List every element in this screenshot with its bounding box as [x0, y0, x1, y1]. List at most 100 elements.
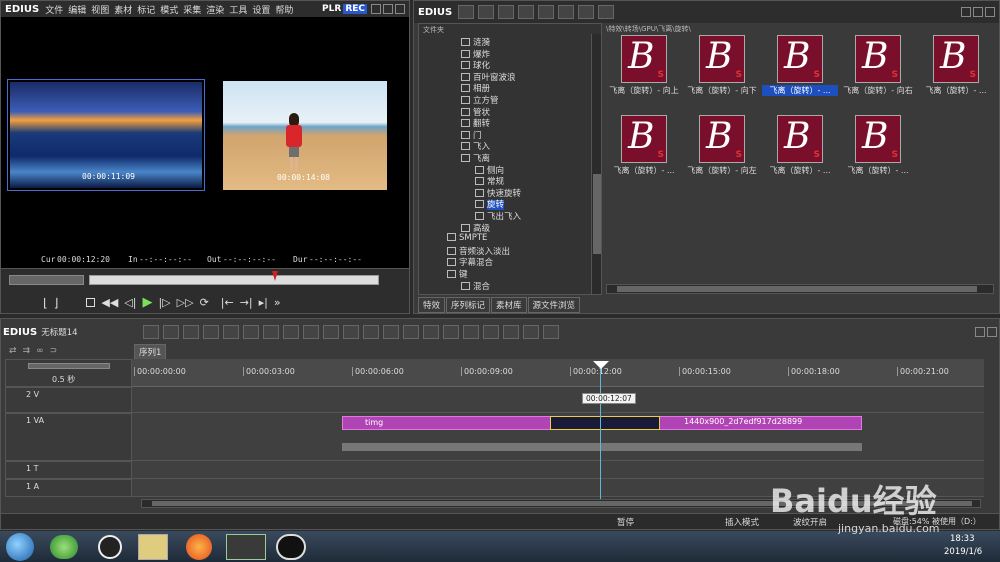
- playhead-handle[interactable]: [593, 361, 609, 369]
- effect-thumbnail[interactable]: B S 飞离（旋转）- 向上: [606, 35, 682, 96]
- redo-icon[interactable]: [363, 325, 380, 339]
- tab-sequence-markers[interactable]: 序列标记: [446, 297, 491, 313]
- effect-thumbnail[interactable]: B S 飞离（旋转）- 向左: [684, 115, 760, 176]
- insert-icon[interactable]: |←: [221, 296, 234, 309]
- tl-minimize-icon[interactable]: [975, 327, 985, 337]
- rec-button[interactable]: REC: [343, 4, 367, 14]
- plr-button[interactable]: PLR: [322, 4, 341, 14]
- effect-thumbnail[interactable]: B S 飞离（旋转）- ...: [762, 35, 838, 96]
- tree-item[interactable]: 相册: [461, 82, 490, 94]
- stop-icon[interactable]: [86, 298, 96, 307]
- add-icon[interactable]: [518, 5, 535, 19]
- overwrite-icon[interactable]: →|: [240, 296, 253, 309]
- set-in-icon[interactable]: ⌊: [43, 296, 48, 310]
- tree-item[interactable]: 飞入: [461, 140, 490, 152]
- view-icon[interactable]: [578, 5, 595, 19]
- effect-thumbnail[interactable]: B S 飞离（旋转）- 向下: [684, 35, 760, 96]
- tree-item[interactable]: 立方管: [461, 94, 499, 106]
- voiceover-icon[interactable]: [443, 325, 460, 339]
- step-forward-icon[interactable]: |▷: [158, 296, 170, 309]
- loop-icon[interactable]: ⟳: [200, 296, 209, 309]
- folder-icon[interactable]: [458, 5, 475, 19]
- tab-bin[interactable]: 素材库: [491, 297, 527, 313]
- open-icon[interactable]: [163, 325, 180, 339]
- menu-view[interactable]: 视图: [91, 3, 109, 16]
- bin-hscrollbar[interactable]: [606, 284, 994, 294]
- effect-thumbnail[interactable]: B S 飞离（旋转）- ...: [606, 115, 682, 176]
- menu-clip[interactable]: 素材: [114, 3, 132, 16]
- menu-tools[interactable]: 工具: [229, 3, 247, 16]
- tree-item[interactable]: 常规: [475, 175, 504, 187]
- menu-marker[interactable]: 标记: [137, 3, 155, 16]
- track-header-1t[interactable]: 1 T: [5, 461, 132, 479]
- menu-help[interactable]: 帮助: [275, 3, 293, 16]
- import-icon[interactable]: [183, 325, 200, 339]
- tree-item[interactable]: 快速旋转: [475, 187, 521, 199]
- snap-icon[interactable]: ⊃: [50, 346, 58, 356]
- timeline-playhead[interactable]: [600, 361, 601, 499]
- tree-item[interactable]: 球化: [461, 59, 490, 71]
- menu-edit[interactable]: 编辑: [68, 3, 86, 16]
- fast-forward-icon[interactable]: ▷▷: [177, 296, 194, 309]
- up-icon[interactable]: [478, 5, 495, 19]
- copy-clip-icon[interactable]: [263, 325, 280, 339]
- timeline-ruler[interactable]: 00:00:00:00 00:00:03:00 00:00:06:00 00:00:0…: [132, 359, 984, 387]
- sync-icon[interactable]: ⇉: [23, 346, 31, 356]
- maximize-icon[interactable]: [383, 4, 393, 14]
- clip2-preview[interactable]: 00:00:14:08: [223, 81, 387, 190]
- track-header-1a[interactable]: 1 A: [5, 479, 132, 497]
- status-insert-mode[interactable]: 插入模式: [725, 516, 759, 528]
- tl-close-icon[interactable]: [987, 327, 997, 337]
- clock-time[interactable]: 18:33: [950, 534, 975, 544]
- timeline-hscrollbar[interactable]: [141, 499, 981, 508]
- title-icon[interactable]: [423, 325, 440, 339]
- lock-icon[interactable]: [598, 5, 615, 19]
- more-icon[interactable]: »: [274, 296, 281, 309]
- grid-icon[interactable]: [483, 325, 500, 339]
- tree-item[interactable]: 飞离: [461, 152, 490, 164]
- bin-close-icon[interactable]: [985, 7, 995, 17]
- effect-thumbnail[interactable]: B S 飞离（旋转）- ...: [762, 115, 838, 176]
- track-2v[interactable]: [132, 387, 984, 413]
- menu-render[interactable]: 渲染: [206, 3, 224, 16]
- tab-effects[interactable]: 特效: [418, 297, 446, 313]
- track-header-1va[interactable]: 1 VA: [5, 413, 132, 461]
- tree-item[interactable]: 侧向: [475, 164, 504, 176]
- track-1t[interactable]: [132, 461, 984, 479]
- step-back-icon[interactable]: ◁|: [124, 296, 136, 309]
- track-1va[interactable]: timg 1440x900_2d7edf917d28899: [132, 413, 984, 461]
- play-icon[interactable]: ▶: [142, 295, 152, 310]
- taskbar-app-edius[interactable]: [226, 534, 266, 560]
- tree-item[interactable]: 高级: [461, 222, 490, 234]
- bin-minimize-icon[interactable]: [961, 7, 971, 17]
- rewind-icon[interactable]: ◀◀: [101, 296, 118, 309]
- tree-item[interactable]: 飞出飞入: [475, 210, 521, 222]
- menu-mode[interactable]: 模式: [160, 3, 178, 16]
- bin-maximize-icon[interactable]: [973, 7, 983, 17]
- transition-block[interactable]: [550, 416, 660, 430]
- effect-thumbnail[interactable]: B S 飞离（旋转）- ...: [918, 35, 994, 96]
- cut-icon[interactable]: [243, 325, 260, 339]
- delete-icon[interactable]: [538, 5, 555, 19]
- export-icon[interactable]: [203, 325, 220, 339]
- tree-item[interactable]: 涟漪: [461, 36, 490, 48]
- tree-item[interactable]: 混合: [461, 280, 490, 292]
- set-out-icon[interactable]: ⌋: [54, 296, 59, 310]
- undo-icon[interactable]: [343, 325, 360, 339]
- start-button[interactable]: [6, 533, 34, 561]
- split-icon[interactable]: [403, 325, 420, 339]
- taskbar-app-recorder[interactable]: [276, 534, 306, 560]
- tree-item[interactable]: 字幕混合: [447, 256, 493, 268]
- scale-slider[interactable]: [28, 363, 110, 369]
- menu-settings[interactable]: 设置: [252, 3, 270, 16]
- paste-icon[interactable]: [283, 325, 300, 339]
- copy-icon[interactable]: [498, 5, 515, 19]
- delete-clip-icon[interactable]: [303, 325, 320, 339]
- tree-item[interactable]: 旋转: [475, 198, 505, 211]
- playhead-marker[interactable]: [272, 271, 278, 287]
- tree-item[interactable]: 管状: [461, 106, 490, 118]
- save-icon[interactable]: [223, 325, 240, 339]
- tab-sequence1[interactable]: 序列1: [134, 344, 167, 360]
- layout-icon[interactable]: [543, 325, 560, 339]
- link-icon[interactable]: ∞: [36, 346, 44, 356]
